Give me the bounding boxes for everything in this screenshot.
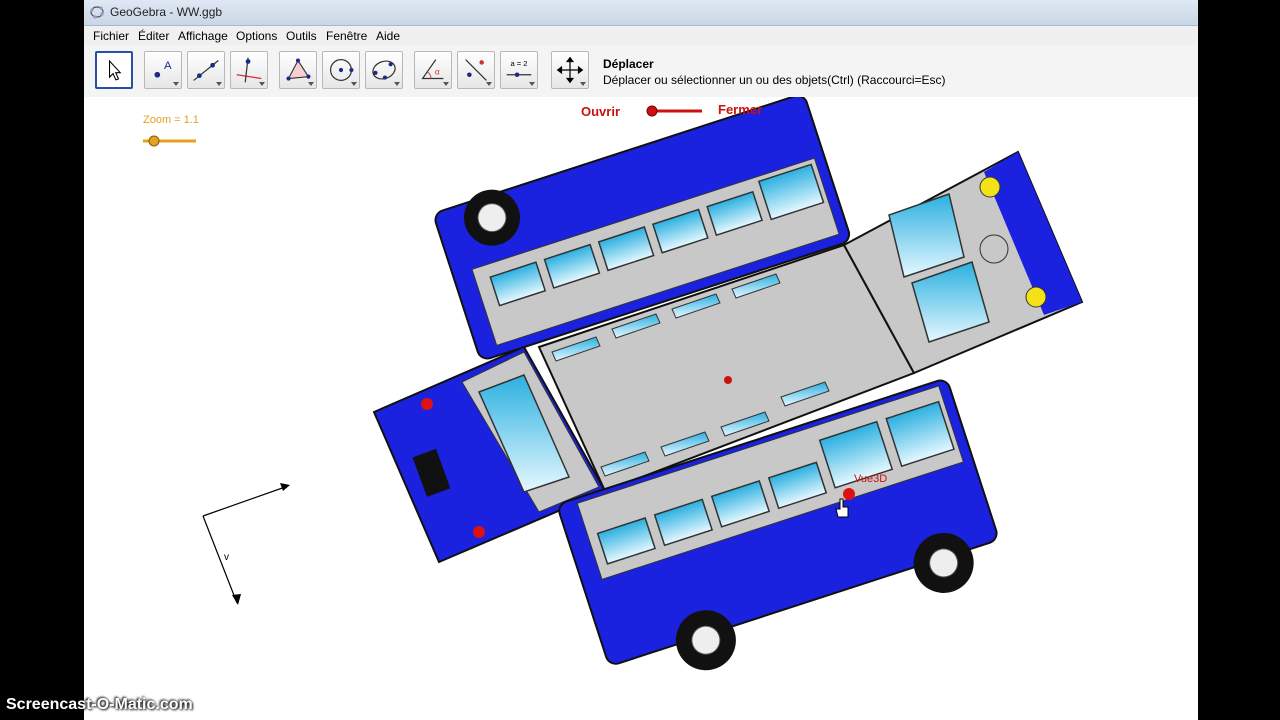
zoom-slider-label: Zoom = 1.1	[143, 114, 199, 126]
center-point[interactable]	[724, 376, 732, 384]
conic-tool-button[interactable]	[365, 51, 403, 89]
graphics-view[interactable]: Zoom = 1.1 Ouvrir Vue3D v	[84, 97, 1198, 720]
slider-tool-button[interactable]: a = 2	[500, 51, 538, 89]
screen-border	[1198, 0, 1280, 720]
watermark: Screencast-O-Matic.com	[6, 696, 193, 713]
geogebra-icon	[90, 6, 104, 19]
active-tool-help: Déplacer ou sélectionner un ou des objet…	[603, 73, 946, 87]
move-view-tool-button[interactable]	[551, 51, 589, 89]
menu-outils[interactable]: Outils	[286, 29, 317, 43]
vw-logo-icon	[979, 234, 1009, 264]
polygon-tool-button[interactable]	[279, 51, 317, 89]
menu-aide[interactable]: Aide	[376, 29, 400, 43]
title-bar: GeoGebra - WW.ggb	[84, 0, 1198, 26]
axes: v	[202, 483, 290, 605]
active-tool-name: Déplacer	[603, 57, 654, 71]
open-label: Ouvrir	[581, 104, 620, 119]
move-tool-button[interactable]	[95, 51, 133, 89]
open-close-slider-handle[interactable]	[646, 105, 658, 117]
perpendicular-tool-button[interactable]	[230, 51, 268, 89]
slider-tool-label: a = 2	[510, 59, 527, 68]
graphics-canvas[interactable]: Zoom = 1.1 Ouvrir Vue3D v	[84, 97, 1198, 720]
menu-fichier[interactable]: Fichier	[93, 29, 129, 43]
arrow-cursor-icon	[108, 59, 122, 81]
toolbar: A α a = 2 Déplacer Déplacer ou sélection…	[84, 45, 1198, 98]
zoom-slider-handle[interactable]	[148, 135, 160, 147]
menu-editer[interactable]: Éditer	[138, 29, 169, 43]
menu-bar: Fichier Éditer Affichage Options Outils …	[84, 26, 1198, 45]
svg-text:α: α	[435, 67, 440, 77]
point-tool-button[interactable]: A	[144, 51, 182, 89]
geogebra-window: GeoGebra - WW.ggb Fichier Éditer Afficha…	[84, 0, 1198, 720]
axis-label: v	[224, 552, 229, 563]
menu-fenetre[interactable]: Fenêtre	[326, 29, 367, 43]
circle-tool-button[interactable]	[322, 51, 360, 89]
window-title: GeoGebra - WW.ggb	[110, 5, 223, 19]
bus-net: Vue3D	[372, 97, 1084, 671]
menu-affichage[interactable]: Affichage	[178, 29, 228, 43]
line-tool-button[interactable]	[187, 51, 225, 89]
reflect-tool-button[interactable]	[457, 51, 495, 89]
svg-text:A: A	[164, 60, 172, 72]
menu-options[interactable]: Options	[236, 29, 277, 43]
close-label: Fermer	[718, 102, 763, 117]
vue3d-label: Vue3D	[854, 473, 887, 485]
vue3d-point[interactable]	[843, 488, 855, 500]
angle-tool-button[interactable]: α	[414, 51, 452, 89]
